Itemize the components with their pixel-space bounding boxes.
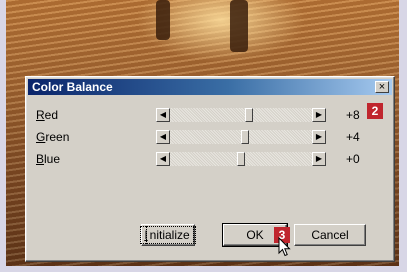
blue-value: +0 [346,152,360,166]
red-value: +8 [346,108,360,122]
cancel-button[interactable]: Cancel [294,224,366,246]
left-arrow-icon[interactable]: ◀ [156,108,170,122]
red-row: Red ◀ ▶ +8 [26,106,394,124]
step-badge-2: 2 [367,103,383,119]
right-arrow-icon[interactable]: ▶ [312,152,326,166]
blue-slider[interactable]: ◀ ▶ [156,152,326,166]
green-value: +4 [346,130,360,144]
green-slider-thumb[interactable] [241,130,249,144]
person-silhouette [156,0,170,40]
person-silhouette [230,0,248,52]
right-arrow-icon[interactable]: ▶ [312,108,326,122]
color-balance-dialog: Color Balance × Red ◀ ▶ +8 Green ◀ ▶ +4 … [25,76,395,262]
dialog-title: Color Balance [32,80,113,94]
close-icon: × [378,81,386,93]
cancel-label: Cancel [311,228,349,242]
red-label: Red [36,108,59,122]
green-row: Green ◀ ▶ +4 [26,128,394,146]
right-arrow-icon[interactable]: ▶ [312,130,326,144]
mouse-pointer-icon [278,237,291,257]
blue-label: Blue [36,152,61,166]
green-label: Green [36,130,70,144]
left-arrow-icon[interactable]: ◀ [156,152,170,166]
initialize-button[interactable]: Initialize [140,224,196,246]
red-slider[interactable]: ◀ ▶ [156,108,326,122]
close-button[interactable]: × [375,81,389,93]
title-bar: Color Balance × [28,79,392,95]
red-slider-thumb[interactable] [245,108,253,122]
ok-label: OK [246,228,264,242]
left-arrow-icon[interactable]: ◀ [156,130,170,144]
blue-row: Blue ◀ ▶ +0 [26,150,394,168]
blue-slider-thumb[interactable] [237,152,245,166]
initialize-label: Initialize [140,226,196,244]
green-slider[interactable]: ◀ ▶ [156,130,326,144]
